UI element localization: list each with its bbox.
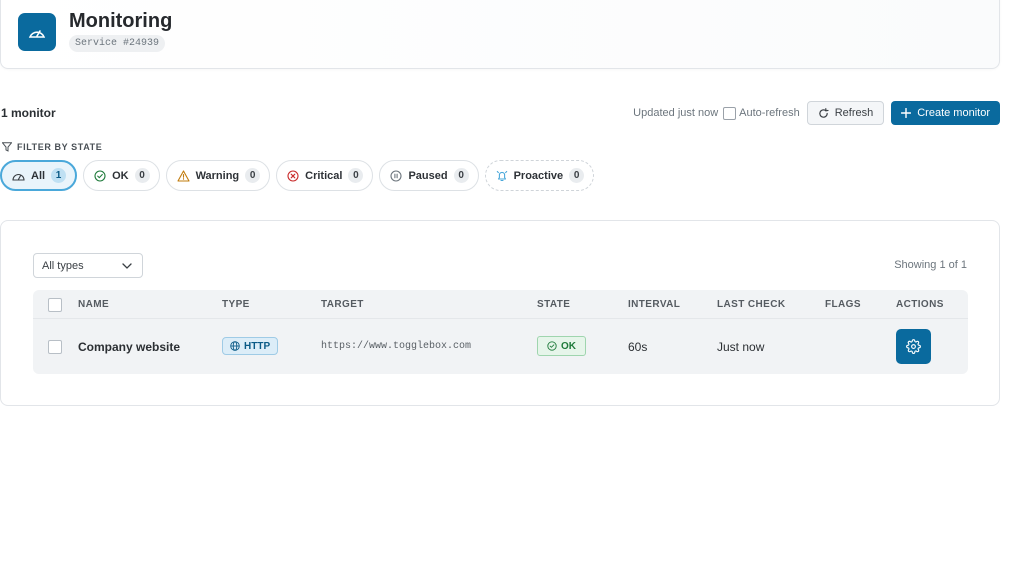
- column-header-actions: ACTIONS: [896, 299, 944, 310]
- filter-chip-proactive[interactable]: Proactive 0: [484, 160, 595, 191]
- monitor-count: 1 monitor: [1, 106, 56, 120]
- chip-count: 0: [245, 168, 261, 183]
- chip-label: Warning: [195, 169, 240, 182]
- check-circle-icon: [94, 169, 106, 182]
- monitors-table-card: All types Showing 1 of 1 NAME TYPE TARGE…: [0, 220, 1000, 406]
- bell-icon: [496, 170, 507, 181]
- toolbar-actions: Updated just now Auto-refresh Refresh Cr…: [633, 101, 1000, 125]
- column-header-target[interactable]: TARGET: [321, 299, 364, 310]
- column-header-flags: FLAGS: [825, 299, 861, 310]
- chip-count: 0: [569, 168, 585, 183]
- column-header-name[interactable]: NAME: [78, 299, 109, 310]
- type-badge: HTTP: [222, 337, 279, 355]
- plus-icon: [901, 108, 912, 118]
- monitoring-page: Monitoring Service #24939 1 monitor Upda…: [0, 0, 1024, 576]
- updated-status: Updated just now: [633, 107, 719, 119]
- column-header-state[interactable]: STATE: [537, 299, 570, 310]
- chip-label: Critical: [305, 169, 343, 182]
- status-badge: OK: [537, 336, 586, 356]
- type-filter-value: All types: [42, 259, 84, 272]
- monitor-target: https://www.togglebox.com: [321, 341, 472, 352]
- table-header: NAME TYPE TARGET STATE INTERVAL LAST CHE…: [33, 290, 968, 319]
- monitor-interval: 60s: [628, 340, 648, 354]
- warning-triangle-icon: [177, 169, 190, 182]
- service-id-badge: Service #24939: [69, 35, 166, 52]
- row-select-checkbox[interactable]: [48, 340, 62, 354]
- type-badge-label: HTTP: [244, 340, 271, 352]
- filter-chip-all[interactable]: All 1: [0, 160, 78, 191]
- refresh-label: Refresh: [834, 107, 874, 119]
- pause-circle-icon: [390, 169, 403, 182]
- chip-label: Proactive: [513, 169, 564, 182]
- chip-count: 0: [348, 168, 364, 183]
- table-row[interactable]: Company website HTTP https://www.toggleb…: [33, 319, 968, 374]
- column-header-interval[interactable]: INTERVAL: [628, 299, 680, 310]
- filter-heading-label: FILTER BY STATE: [17, 142, 103, 152]
- state-filter-chips: All 1 OK 0 Warning 0 Critical 0 Paused 0…: [0, 160, 595, 191]
- column-header-type[interactable]: TYPE: [222, 299, 250, 310]
- create-monitor-label: Create monitor: [917, 107, 990, 119]
- refresh-button[interactable]: Refresh: [806, 101, 885, 125]
- page-header: Monitoring Service #24939: [0, 0, 1000, 69]
- globe-icon: [230, 341, 240, 351]
- funnel-icon: [2, 142, 12, 152]
- filter-heading: FILTER BY STATE: [2, 142, 102, 152]
- filter-chip-ok[interactable]: OK 0: [83, 160, 160, 191]
- monitors-table: NAME TYPE TARGET STATE INTERVAL LAST CHE…: [33, 290, 968, 374]
- chip-label: All: [31, 169, 46, 182]
- select-all-checkbox[interactable]: [48, 298, 62, 312]
- chip-count: 1: [51, 168, 67, 183]
- monitor-last-check: Just now: [717, 340, 765, 354]
- check-circle-icon: [547, 341, 557, 351]
- chip-count: 0: [134, 168, 150, 183]
- auto-refresh-checkbox[interactable]: [723, 106, 737, 120]
- status-badge-label: OK: [561, 340, 576, 352]
- gear-icon: [906, 339, 921, 354]
- filter-chip-warning[interactable]: Warning 0: [165, 160, 271, 191]
- refresh-icon: [818, 107, 829, 118]
- gauge-icon: [18, 13, 56, 51]
- gauge-icon: [12, 173, 25, 181]
- filter-chip-critical[interactable]: Critical 0: [276, 160, 374, 191]
- chevron-down-icon: [122, 262, 132, 269]
- page-title: Monitoring: [69, 10, 173, 32]
- chip-label: OK: [112, 169, 129, 182]
- monitor-settings-button[interactable]: [896, 329, 931, 364]
- filter-chip-paused[interactable]: Paused 0: [379, 160, 479, 191]
- chip-count: 0: [453, 168, 469, 183]
- chip-label: Paused: [408, 169, 448, 182]
- x-circle-icon: [287, 169, 299, 182]
- column-header-last-check[interactable]: LAST CHECK: [717, 299, 785, 310]
- create-monitor-button[interactable]: Create monitor: [891, 101, 1000, 125]
- type-filter-select[interactable]: All types: [33, 253, 143, 278]
- auto-refresh-label[interactable]: Auto-refresh: [739, 107, 800, 119]
- monitor-name[interactable]: Company website: [78, 340, 180, 354]
- showing-count: Showing 1 of 1: [894, 259, 967, 271]
